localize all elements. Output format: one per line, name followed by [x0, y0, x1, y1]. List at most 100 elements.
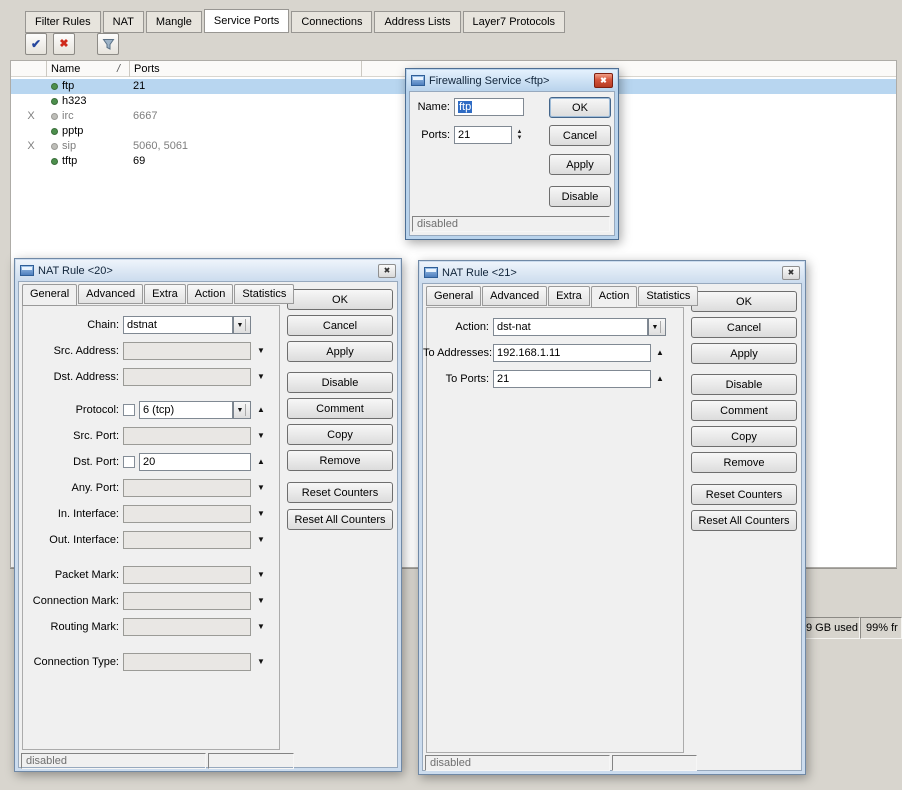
nat21-body: General Advanced Extra Action Statistics… [422, 283, 802, 771]
chevron-down-icon[interactable]: ▼ [257, 623, 265, 631]
remove-button[interactable]: Remove [287, 450, 393, 471]
src-address-input[interactable] [123, 342, 251, 360]
dst-port-input[interactable]: 20 [139, 453, 251, 471]
disable-button[interactable]: Disable [549, 186, 611, 207]
tab-extra[interactable]: Extra [144, 284, 186, 304]
apply-button[interactable]: Apply [287, 341, 393, 362]
connection-type-input[interactable] [123, 653, 251, 671]
chevron-down-icon[interactable]: ▼ [257, 597, 265, 605]
nat-rule-21-dialog: NAT Rule <21> ✖ General Advanced Extra A… [418, 260, 806, 775]
ports-spinner[interactable]: ▲ ▼ [513, 126, 526, 144]
cancel-button[interactable]: Cancel [287, 315, 393, 336]
ok-button[interactable]: OK [691, 291, 797, 312]
chevron-down-icon[interactable]: ▼ [257, 536, 265, 544]
chevron-down-icon[interactable]: ▼ [257, 658, 265, 666]
discard-changes-button[interactable]: ✖ [53, 33, 75, 55]
negate-checkbox[interactable] [123, 404, 135, 416]
nat20-titlebar[interactable]: NAT Rule <20> ✖ [16, 260, 400, 281]
chevron-up-icon[interactable]: ▲ [656, 349, 664, 357]
close-button[interactable]: ✖ [782, 265, 800, 280]
protocol-input[interactable]: 6 (tcp) [139, 401, 233, 419]
close-button[interactable]: ✖ [594, 73, 613, 88]
name-input[interactable]: ftp [454, 98, 524, 116]
ok-button[interactable]: OK [549, 97, 611, 118]
row-name: pptp [62, 125, 84, 137]
chevron-down-icon[interactable]: ▼ [257, 484, 265, 492]
negate-checkbox[interactable] [123, 456, 135, 468]
ok-button[interactable]: OK [287, 289, 393, 310]
reset-all-counters-button[interactable]: Reset All Counters [287, 509, 393, 530]
dst-address-input[interactable] [123, 368, 251, 386]
chevron-up-icon[interactable]: ▲ [656, 375, 664, 383]
chevron-down-icon[interactable]: ▼ [257, 347, 265, 355]
connection-mark-input[interactable] [123, 592, 251, 610]
tab-filter-rules[interactable]: Filter Rules [25, 11, 101, 33]
tab-mangle[interactable]: Mangle [145, 11, 202, 33]
chevron-down-icon[interactable]: ▼ [257, 571, 265, 579]
ports-input[interactable]: 21 [454, 126, 512, 144]
tab-statistics[interactable]: Statistics [638, 286, 699, 306]
chevron-up-icon[interactable]: ▲ [257, 458, 265, 466]
spinner-down-icon: ▼ [516, 135, 523, 141]
tab-statistics[interactable]: Statistics [234, 284, 295, 304]
tab-general[interactable]: General [426, 286, 482, 306]
tab-extra[interactable]: Extra [548, 286, 590, 306]
cancel-button[interactable]: Cancel [549, 125, 611, 146]
src-port-input[interactable] [123, 427, 251, 445]
comment-button[interactable]: Comment [691, 400, 797, 421]
chain-input[interactable]: dstnat [123, 316, 233, 334]
tab-service-ports[interactable]: Service Ports [203, 9, 290, 33]
column-header-ports[interactable]: Ports [134, 63, 160, 75]
nat20-body: General Advanced Extra Action Statistics… [18, 281, 398, 769]
out-interface-input[interactable] [123, 531, 251, 549]
chevron-up-icon[interactable]: ▲ [257, 406, 265, 414]
tab-nat[interactable]: NAT [102, 11, 144, 33]
column-divider[interactable] [46, 61, 47, 77]
tab-general[interactable]: General [22, 284, 78, 306]
packet-mark-input[interactable] [123, 566, 251, 584]
apply-changes-button[interactable]: ✔ [25, 33, 47, 55]
status-text: disabled [430, 757, 471, 769]
tab-connections[interactable]: Connections [291, 11, 373, 33]
chevron-down-icon[interactable]: ▼ [257, 373, 265, 381]
tab-advanced[interactable]: Advanced [78, 284, 144, 304]
reset-all-counters-button[interactable]: Reset All Counters [691, 510, 797, 531]
filter-button[interactable] [97, 33, 119, 55]
tab-action[interactable]: Action [186, 284, 234, 304]
service-dialog-titlebar[interactable]: Firewalling Service <ftp> ✖ [407, 70, 617, 91]
chain-dropdown-button[interactable]: ▼ [233, 316, 251, 334]
tab-action[interactable]: Action [590, 286, 638, 308]
chevron-down-icon[interactable]: ▼ [257, 432, 265, 440]
apply-button[interactable]: Apply [549, 154, 611, 175]
copy-button[interactable]: Copy [691, 426, 797, 447]
apply-button[interactable]: Apply [691, 343, 797, 364]
tab-layer7-protocols[interactable]: Layer7 Protocols [462, 11, 566, 33]
winbox-firewall-screen: Filter Rules NAT Mangle Service Ports Co… [0, 0, 902, 790]
cancel-button[interactable]: Cancel [691, 317, 797, 338]
remove-button[interactable]: Remove [691, 452, 797, 473]
in-interface-input[interactable] [123, 505, 251, 523]
disable-button[interactable]: Disable [691, 374, 797, 395]
filter-icon [102, 38, 114, 50]
reset-counters-button[interactable]: Reset Counters [287, 482, 393, 503]
chevron-down-icon[interactable]: ▼ [257, 510, 265, 518]
copy-button[interactable]: Copy [287, 424, 393, 445]
column-divider[interactable] [361, 61, 362, 77]
tab-address-lists[interactable]: Address Lists [374, 11, 461, 33]
action-dropdown-button[interactable]: ▼ [648, 318, 666, 336]
tab-advanced[interactable]: Advanced [482, 286, 548, 306]
nat21-titlebar[interactable]: NAT Rule <21> ✖ [420, 262, 804, 283]
free-space-text: 99% fr [866, 622, 898, 634]
to-addresses-input[interactable]: 192.168.1.11 [493, 344, 651, 362]
column-header-name[interactable]: Name [51, 63, 80, 75]
any-port-input[interactable] [123, 479, 251, 497]
action-input[interactable]: dst-nat [493, 318, 648, 336]
protocol-dropdown-button[interactable]: ▼ [233, 401, 251, 419]
reset-counters-button[interactable]: Reset Counters [691, 484, 797, 505]
close-button[interactable]: ✖ [378, 263, 396, 278]
column-divider[interactable] [129, 61, 130, 77]
routing-mark-input[interactable] [123, 618, 251, 636]
comment-button[interactable]: Comment [287, 398, 393, 419]
to-ports-input[interactable]: 21 [493, 370, 651, 388]
disable-button[interactable]: Disable [287, 372, 393, 393]
